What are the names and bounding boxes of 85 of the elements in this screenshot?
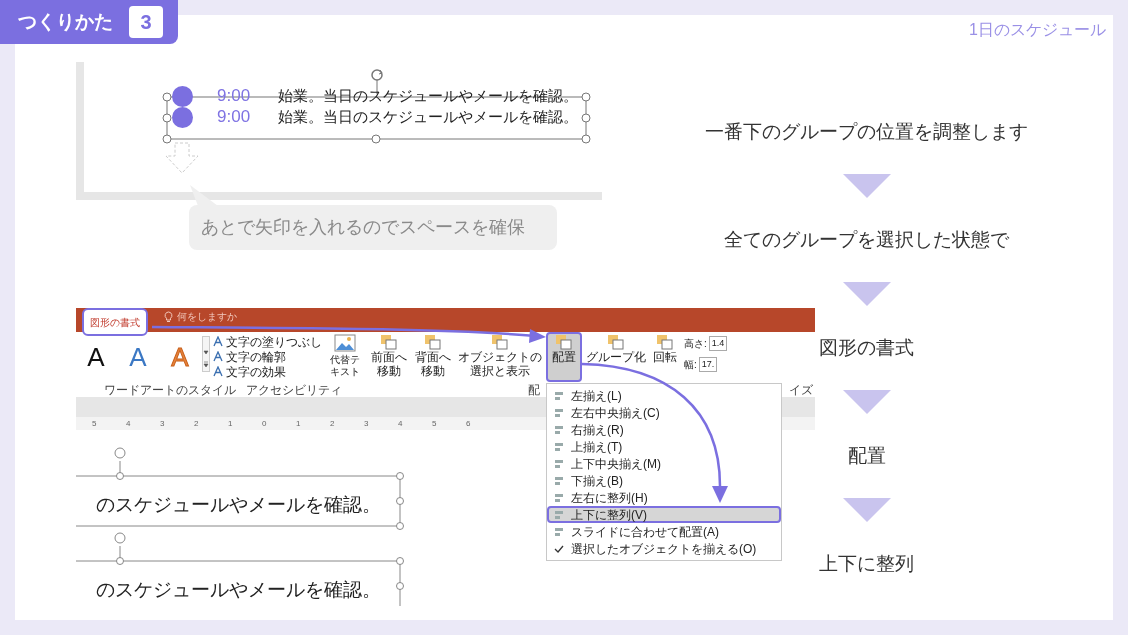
size-field[interactable]: 17. <box>698 357 717 372</box>
callout-pointer <box>190 185 218 206</box>
group-label: ワードアートのスタイル <box>104 382 236 399</box>
text-style-option[interactable]: 文字の効果 <box>213 364 322 379</box>
badge-label: つくりかた <box>18 9 113 34</box>
shapes-icon <box>555 334 573 350</box>
step-text: 図形の書式 <box>819 336 914 360</box>
align-icon <box>553 474 565 487</box>
size-field[interactable]: 1.4 <box>708 336 727 351</box>
shapes-icon <box>491 334 509 350</box>
arrange-button[interactable]: 配置 <box>546 332 582 382</box>
shapes-icon <box>380 334 398 350</box>
arrange-button[interactable]: 背面へ移動 <box>412 332 454 382</box>
group-label: イズ <box>789 382 813 399</box>
ruler-number: 3 <box>364 417 366 430</box>
text-style-option[interactable]: 文字の輪郭 <box>213 349 322 364</box>
shapes-icon <box>656 334 674 350</box>
menu-item[interactable]: 上下中央揃え(M) <box>547 455 781 472</box>
ruler-number: 5 <box>92 417 94 430</box>
schedule-text: 始業。当日のスケジュールやメールを確認。 <box>278 107 578 127</box>
alt-text-button[interactable]: 代替テキスト <box>328 334 362 378</box>
shapes-icon <box>424 334 442 350</box>
menu-item[interactable]: 選択したオブジェクトを揃える(O) <box>547 540 781 557</box>
arrange-button[interactable]: 前面へ移動 <box>368 332 410 382</box>
gallery-scroll-icon <box>202 336 210 372</box>
align-icon <box>553 440 565 453</box>
ruler-number: 6 <box>466 417 468 430</box>
slide-text: のスケジュールやメールを確認。 <box>96 493 381 517</box>
step-text: 一番下のグループの位置を調整します <box>705 120 1028 144</box>
menu-item[interactable]: 上揃え(T) <box>547 438 781 455</box>
page-title: 1日のスケジュール <box>969 20 1106 40</box>
align-icon <box>553 457 565 470</box>
ruler-number: 4 <box>398 417 400 430</box>
letter-a-icon <box>213 335 223 348</box>
arrange-button[interactable]: グループ化 <box>584 332 648 382</box>
schedule-text: 始業。当日のスケジュールやメールを確認。 <box>278 86 578 106</box>
step-text: 全てのグループを選択した状態で <box>724 228 1009 252</box>
wordart-sample[interactable]: A <box>84 342 108 372</box>
ruler-number: 1 <box>228 417 230 430</box>
dashed-arrow-icon <box>164 142 200 174</box>
letter-a-icon <box>213 350 223 363</box>
time-label: 9:00 <box>217 85 251 107</box>
down-triangle-icon <box>842 282 891 306</box>
down-triangle-icon <box>842 174 891 198</box>
letter-a-icon <box>213 365 223 378</box>
menu-item[interactable]: 下揃え(B) <box>547 472 781 489</box>
lightbulb-icon <box>164 310 173 323</box>
size-label: 高さ: <box>684 337 707 351</box>
shapes-icon <box>607 334 625 350</box>
ruler-number: 1 <box>296 417 298 430</box>
size-label: 幅: <box>684 358 697 372</box>
arrange-button[interactable]: 回転 <box>650 332 680 382</box>
menu-item[interactable]: 左右中央揃え(C) <box>547 404 781 421</box>
menu-item[interactable]: 上下に整列(V) <box>547 506 781 523</box>
ruler-number: 2 <box>330 417 332 430</box>
align-icon <box>553 423 565 436</box>
menu-item[interactable]: スライドに合わせて配置(A) <box>547 523 781 540</box>
menu-item[interactable]: 右揃え(R) <box>547 421 781 438</box>
ruler-number: 3 <box>160 417 162 430</box>
slide-text: のスケジュールやメールを確認。 <box>96 578 381 602</box>
picture-icon <box>334 334 356 354</box>
ruler-number: 4 <box>126 417 128 430</box>
ribbon-tab[interactable]: 何をしますか <box>162 309 239 324</box>
menu-item[interactable]: 左揃え(L) <box>547 387 781 404</box>
align-icon <box>553 525 565 538</box>
step-text: 上下に整列 <box>819 552 914 576</box>
align-icon <box>553 389 565 402</box>
wordart-sample[interactable]: A <box>126 342 150 372</box>
ruler-number: 5 <box>432 417 434 430</box>
ruler-number: 2 <box>194 417 196 430</box>
step-text: 配置 <box>847 444 886 468</box>
down-triangle-icon <box>842 390 891 414</box>
arrange-button[interactable]: オブジェクトの選択と表示 <box>456 332 544 382</box>
align-icon <box>553 491 565 504</box>
text-style-option[interactable]: 文字の塗りつぶし <box>213 334 322 349</box>
ribbon-tab[interactable]: 図形の書式 <box>82 308 148 336</box>
align-icon <box>553 508 565 521</box>
step-number: 3 <box>129 6 163 38</box>
group-label: 配 <box>528 382 540 399</box>
align-icon <box>553 406 565 419</box>
menu-item[interactable]: 左右に整列(H) <box>547 489 781 506</box>
group-label: アクセシビリティ <box>246 382 342 399</box>
time-label: 9:00 <box>217 106 251 128</box>
down-triangle-icon <box>842 498 891 522</box>
ruler-number: 0 <box>262 417 264 430</box>
